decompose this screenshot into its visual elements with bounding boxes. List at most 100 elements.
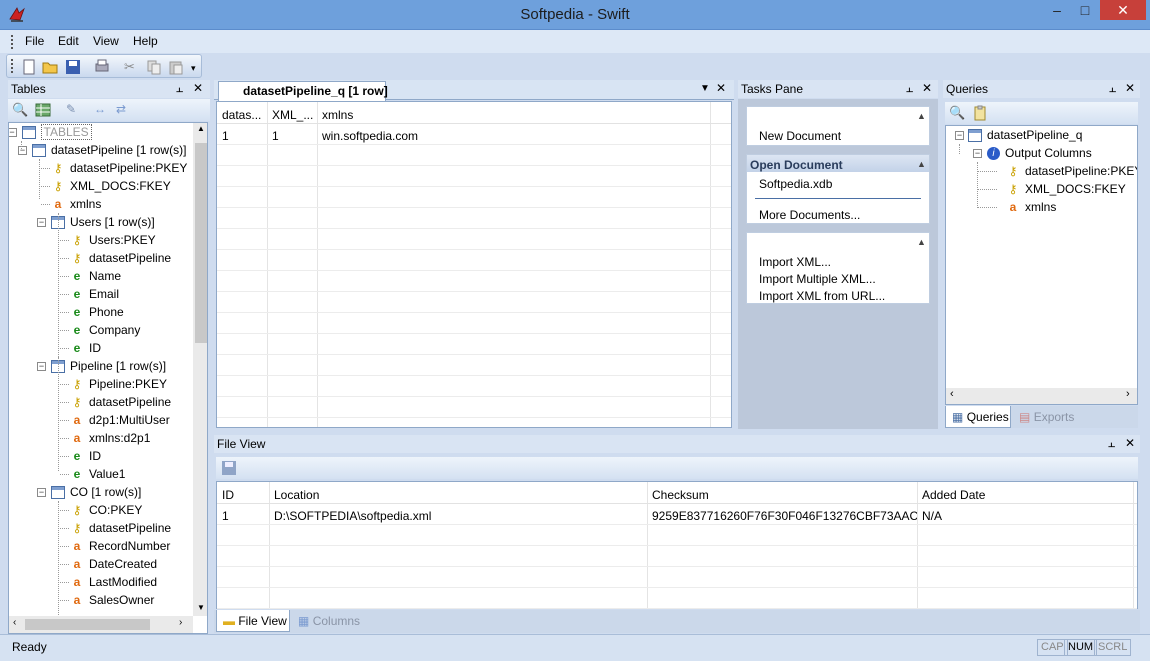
tab-columns[interactable]: ▦ Columns <box>292 610 372 632</box>
import-xml-url-link[interactable]: Import XML from URL... <box>759 289 885 303</box>
file-cell[interactable]: N/A <box>917 505 1117 527</box>
import-xml-link[interactable]: Import XML... <box>759 255 831 269</box>
tab-datasetPipeline-q[interactable]: datasetPipeline_q [1 row] <box>218 81 388 101</box>
pin-icon[interactable]: ⫠ <box>1108 436 1115 451</box>
collapse-toggle[interactable]: − <box>9 128 17 137</box>
queries-hscroll[interactable]: ‹ › <box>946 388 1137 404</box>
tree-node[interactable]: e Name <box>70 267 121 285</box>
menu-file[interactable]: File <box>25 34 44 48</box>
column-header[interactable]: Location <box>269 484 647 506</box>
column-header[interactable]: xmlns <box>317 104 617 126</box>
tree-node[interactable]: e Email <box>70 285 119 303</box>
edit-table-icon[interactable]: ✎ <box>66 102 82 118</box>
tables-hscroll[interactable]: ‹ › <box>9 616 193 633</box>
tree-node[interactable]: a LastModified <box>70 573 157 591</box>
tab-file-view[interactable]: ▬ File View <box>216 610 290 632</box>
tree-node[interactable]: a xmlns <box>51 195 102 213</box>
collapse-toggle[interactable]: − <box>37 218 46 227</box>
print-icon[interactable] <box>94 59 110 75</box>
tree-node[interactable]: ⚷ Users:PKEY <box>70 231 156 249</box>
collapse-icon[interactable]: ▲ <box>917 159 926 169</box>
tree-node[interactable]: datasetPipeline [1 row(s)] <box>32 141 186 159</box>
unlink-icon[interactable]: ⇄ <box>116 102 132 118</box>
tree-node[interactable]: ⚷ XML_DOCS:FKEY <box>51 177 171 195</box>
copy-icon[interactable] <box>146 59 162 75</box>
grid-view-icon[interactable] <box>35 102 51 118</box>
search-icon[interactable]: 🔍 <box>949 105 965 121</box>
collapse-icon[interactable]: ▲ <box>917 111 926 121</box>
toolbar-grip[interactable] <box>11 59 13 73</box>
menu-edit[interactable]: Edit <box>58 34 79 48</box>
open-document-header[interactable]: Open Document <box>747 155 929 172</box>
tree-node[interactable]: ⚷ CO:PKEY <box>70 501 143 519</box>
collapse-toggle[interactable]: − <box>955 131 964 140</box>
tree-node[interactable]: e ID <box>70 447 101 465</box>
close-icon[interactable]: ✕ <box>922 81 932 95</box>
tree-node[interactable]: ⚷ datasetPipeline <box>70 519 171 537</box>
close-button[interactable]: ✕ <box>1100 0 1146 20</box>
column-header[interactable]: XML_... <box>267 104 317 126</box>
collapse-icon[interactable]: ▲ <box>917 237 926 247</box>
tree-node[interactable]: ⚷ datasetPipeline:PKEY <box>51 159 188 177</box>
tree-node[interactable]: a d2p1:MultiUser <box>70 411 170 429</box>
column-header[interactable]: ID <box>217 484 269 506</box>
tree-node[interactable]: a RecordNumber <box>70 537 171 555</box>
file-cell[interactable]: 9259E837716260F76F30F046F13276CBF73AACD5 <box>647 505 917 527</box>
tree-node[interactable]: e Phone <box>70 303 124 321</box>
new-document-link[interactable]: New Document <box>759 129 841 143</box>
close-icon[interactable]: ✕ <box>193 81 203 95</box>
collapse-toggle[interactable]: − <box>18 146 27 155</box>
output-column-item[interactable]: ⚷ XML_DOCS:FKEY <box>1006 180 1126 198</box>
tree-node[interactable]: e Company <box>70 321 141 339</box>
tree-node[interactable]: e Value1 <box>70 465 126 483</box>
import-multiple-xml-link[interactable]: Import Multiple XML... <box>759 272 876 286</box>
tree-node[interactable]: CO [1 row(s)] <box>51 483 141 501</box>
new-file-icon[interactable] <box>21 59 37 75</box>
close-document-icon[interactable]: ✕ <box>716 81 726 95</box>
tables-vscroll[interactable]: ▲ ▼ <box>193 123 207 616</box>
output-columns-node[interactable]: i Output Columns <box>987 144 1092 162</box>
tree-node[interactable]: ⚷ Pipeline:PKEY <box>70 375 167 393</box>
tab-queries[interactable]: ▦ Queries <box>945 406 1011 428</box>
pin-icon[interactable]: ⫠ <box>1109 81 1116 96</box>
column-header[interactable]: datas... <box>217 104 267 126</box>
results-cell[interactable]: 1 <box>217 125 267 147</box>
close-icon[interactable]: ✕ <box>1125 436 1135 450</box>
clipboard-icon[interactable] <box>972 105 988 121</box>
file-cell[interactable]: 1 <box>217 505 269 527</box>
query-root-node[interactable]: datasetPipeline_q <box>968 126 1082 144</box>
column-header[interactable]: Checksum <box>647 484 917 506</box>
close-icon[interactable]: ✕ <box>1125 81 1135 95</box>
tree-node[interactable]: ⚷ datasetPipeline <box>70 249 171 267</box>
output-column-item[interactable]: a xmlns <box>1006 198 1057 216</box>
table-row[interactable]: 1 D:\SOFTPEDIA\softpedia.xml 9259E837716… <box>217 505 1137 525</box>
results-cell[interactable]: win.softpedia.com <box>317 125 617 147</box>
paste-icon[interactable] <box>168 59 184 75</box>
recent-file-link[interactable]: Softpedia.xdb <box>759 177 832 191</box>
tree-node[interactable]: Pipeline [1 row(s)] <box>51 357 166 375</box>
column-header[interactable]: Added Date <box>917 484 1117 506</box>
tree-node[interactable]: a DateCreated <box>70 555 157 573</box>
menu-help[interactable]: Help <box>133 34 158 48</box>
output-column-item[interactable]: ⚷ datasetPipeline:PKEY <box>1006 162 1137 180</box>
cut-icon[interactable]: ✂ <box>124 59 140 75</box>
minimize-button[interactable]: – <box>1044 0 1070 20</box>
results-cell[interactable]: 1 <box>267 125 317 147</box>
more-documents-link[interactable]: More Documents... <box>759 208 860 222</box>
table-row[interactable]: 1 1 win.softpedia.com <box>217 125 731 145</box>
tables-vscroll-thumb[interactable] <box>195 143 207 343</box>
search-icon[interactable]: 🔍 <box>12 102 28 118</box>
collapse-toggle[interactable]: − <box>973 149 982 158</box>
menu-view[interactable]: View <box>93 34 119 48</box>
save-icon[interactable] <box>65 59 81 75</box>
menubar-grip[interactable] <box>11 35 13 49</box>
tree-node[interactable]: e ID <box>70 339 101 357</box>
tab-exports[interactable]: ▤ Exports <box>1013 406 1083 428</box>
toolbar-overflow-icon[interactable]: ▾ <box>191 63 207 79</box>
save-icon[interactable] <box>221 460 237 476</box>
tree-node[interactable]: a xmlns:d2p1 <box>70 429 151 447</box>
tables-root-node[interactable]: TABLES <box>21 123 92 141</box>
file-cell[interactable]: D:\SOFTPEDIA\softpedia.xml <box>269 505 647 527</box>
tree-node[interactable]: Users [1 row(s)] <box>51 213 155 231</box>
pin-icon[interactable]: ⫠ <box>176 81 183 96</box>
